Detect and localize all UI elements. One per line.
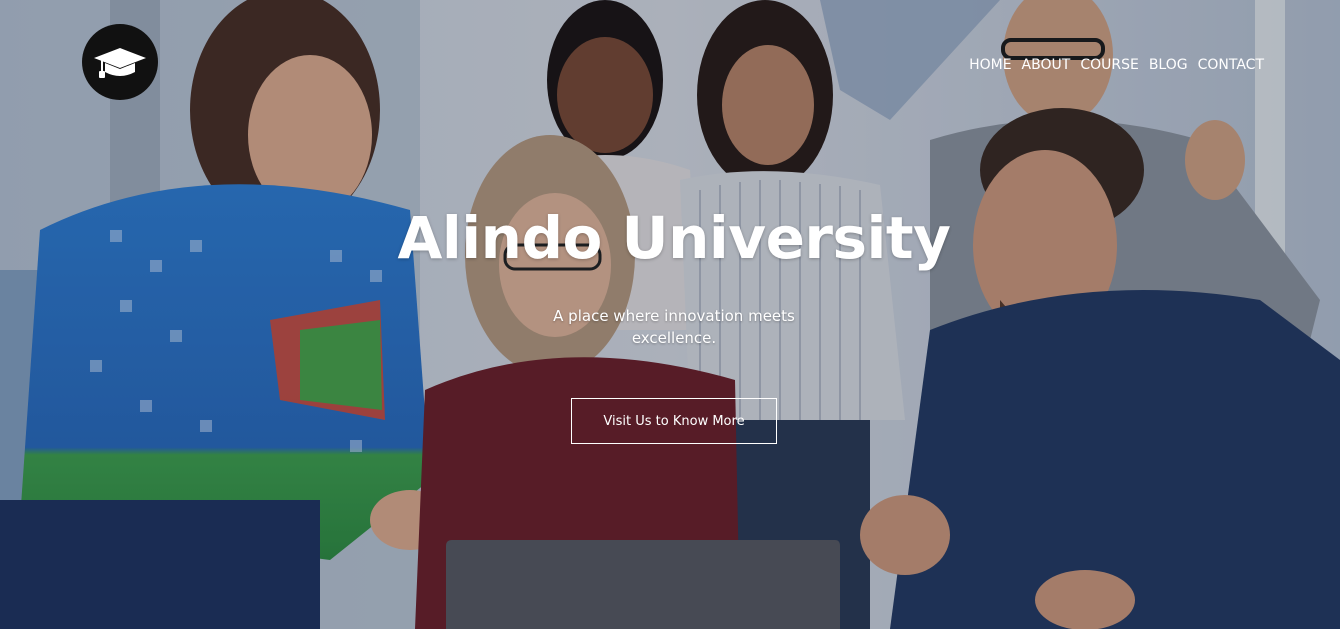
nav-contact[interactable]: CONTACT [1198, 55, 1264, 75]
nav-course[interactable]: COURSE [1080, 55, 1139, 75]
nav-home[interactable]: HOME [969, 55, 1011, 75]
visit-us-button[interactable]: Visit Us to Know More [571, 398, 777, 444]
graduation-cap-icon [94, 48, 146, 78]
nav-blog[interactable]: BLOG [1149, 55, 1188, 75]
hero-subtitle: A place where innovation meets excellenc… [553, 307, 795, 347]
hero-title: Alindo University [397, 204, 951, 272]
brand-logo[interactable] [82, 24, 158, 100]
main-nav: HOME ABOUT COURSE BLOG CONTACT [969, 55, 1264, 75]
nav-about[interactable]: ABOUT [1022, 55, 1071, 75]
hero-section: HOME ABOUT COURSE BLOG CONTACT Alindo Un… [0, 0, 1340, 629]
